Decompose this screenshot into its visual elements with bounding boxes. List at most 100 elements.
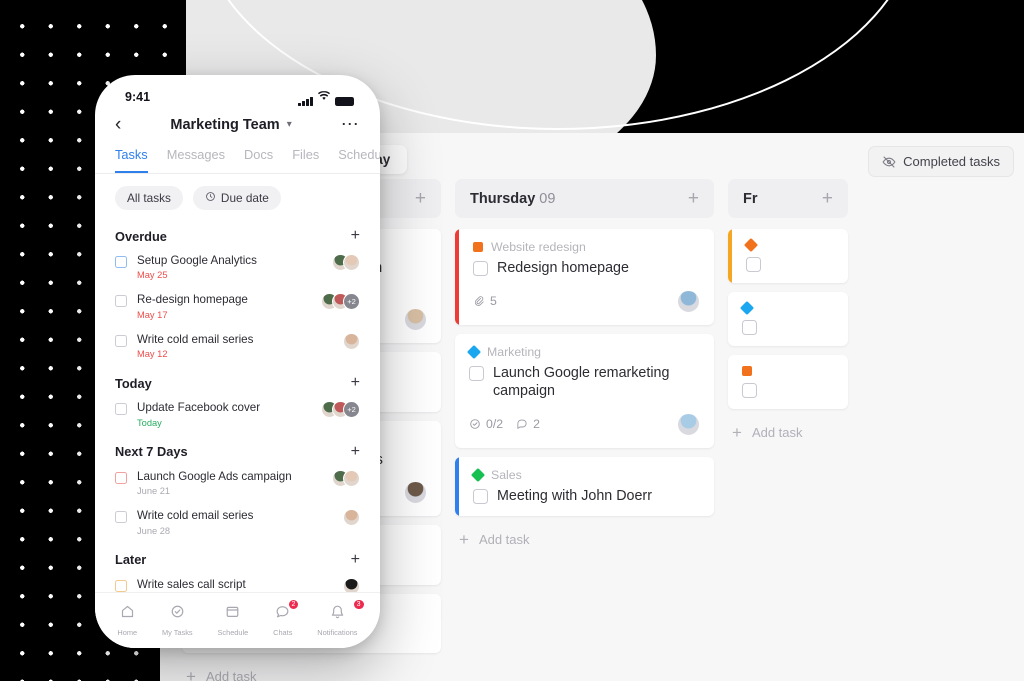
task-list-item[interactable]: Update Facebook cover Today +2 [115, 394, 360, 433]
phone-tab-docs[interactable]: Docs [244, 147, 273, 173]
task-card[interactable] [728, 355, 848, 409]
task-checkbox[interactable] [115, 579, 127, 592]
add-task-label: Add task [751, 425, 803, 440]
task-checkbox[interactable] [115, 511, 127, 524]
bottom-nav-my-tasks[interactable]: My Tasks [162, 604, 193, 637]
task-list-item[interactable]: Launch Google Ads campaign June 21 [115, 463, 360, 502]
board-column-thursday: Thursday 09 + Website redesign Redesign home… [455, 179, 714, 681]
bottom-nav-notifications[interactable]: 3 Notifications [317, 599, 365, 637]
task-body: Write cold email series May 12 [137, 333, 333, 359]
phone-task-list[interactable]: Overdue + Setup Google Analytics May 25 Re-d… [95, 214, 380, 610]
task-section-header: Today + [115, 375, 360, 391]
avatar [343, 509, 360, 527]
task-checkbox[interactable] [115, 334, 127, 347]
add-task-button[interactable]: + Add task [728, 418, 848, 447]
card-title: Launch Google remarketing campaign [493, 364, 670, 400]
attachment-icon [473, 295, 485, 307]
add-card-plus-icon[interactable]: + [415, 189, 426, 208]
column-day-number: 09 [539, 190, 556, 207]
card-checkbox[interactable] [473, 261, 488, 276]
card-checkbox[interactable] [742, 320, 757, 335]
card-title-row: Redesign homepage [473, 259, 701, 278]
phone-tab-tasks[interactable]: Tasks [115, 147, 148, 173]
filter-chip-all-tasks[interactable]: All tasks [115, 186, 183, 210]
tag-color-dot-icon [739, 300, 755, 316]
task-card[interactable]: Website redesign Redesign homepage 5 [455, 229, 714, 325]
calendar-icon [225, 604, 240, 624]
bottom-nav-chats[interactable]: 2 Chats [273, 599, 300, 637]
checklist-icon [469, 418, 481, 430]
task-due-date: May 25 [137, 270, 168, 281]
card-title: Meeting with John Doerr [497, 487, 652, 504]
column-header-thursday: Thursday 09 + [455, 179, 714, 218]
task-title: Update Facebook cover [137, 401, 261, 415]
task-checkbox[interactable] [115, 471, 127, 484]
column-title: Thursday 09 [470, 190, 556, 207]
chevron-down-icon[interactable]: ▾ [287, 119, 292, 130]
chevron-left-icon[interactable]: ‹ [115, 115, 121, 134]
phone-tab-messages[interactable]: Messages [167, 147, 225, 173]
avatar [676, 411, 701, 437]
bottom-nav-schedule[interactable]: Schedule [217, 604, 248, 637]
add-card-plus-icon[interactable]: + [822, 189, 833, 208]
task-title: Write sales call script [137, 577, 246, 591]
card-checkbox[interactable] [473, 488, 488, 504]
add-task-button[interactable]: + Add task [182, 662, 441, 681]
task-checkbox[interactable] [115, 295, 127, 308]
task-title: Launch Google Ads campaign [137, 469, 292, 483]
card-tag [739, 300, 835, 316]
phone-tab-schedule[interactable]: Schedule [338, 147, 380, 173]
task-section-header: Overdue + [115, 228, 360, 244]
section-add-icon[interactable]: + [351, 375, 360, 391]
meta-comment: 2 [516, 417, 540, 431]
task-card[interactable]: Marketing Launch Google remarketing campa… [455, 333, 714, 448]
task-list-item[interactable]: Write cold email series June 28 [115, 502, 360, 541]
check-circle-icon [170, 604, 185, 624]
task-due-date: Today [137, 417, 162, 428]
completed-tasks-button[interactable]: Completed tasks [868, 146, 1014, 177]
plus-icon: + [459, 530, 469, 550]
task-card[interactable]: Sales Meeting with John Doerr [455, 456, 714, 517]
task-checkbox[interactable] [115, 403, 127, 416]
more-horizontal-icon[interactable]: ⋯ [341, 115, 360, 133]
task-body: Update Facebook cover Today [137, 401, 311, 427]
task-section-header: Next 7 Days + [115, 443, 360, 460]
task-list-item[interactable]: Write cold email series May 12 [115, 326, 360, 365]
completed-tasks-label: Completed tasks [903, 154, 1000, 169]
card-checkbox[interactable] [746, 257, 761, 272]
avatar-overflow-count: +2 [343, 401, 360, 419]
task-body: Re-design homepage May 17 [137, 293, 311, 319]
task-list-item[interactable]: Setup Google Analytics May 25 [115, 247, 360, 286]
phone-tab-files[interactable]: Files [292, 147, 319, 173]
task-avatars [343, 509, 360, 527]
section-add-icon[interactable]: + [351, 443, 360, 460]
tag-color-dot-icon [473, 242, 483, 252]
avatar [403, 480, 428, 506]
add-task-button[interactable]: + Add task [455, 525, 714, 554]
task-checkbox[interactable] [115, 256, 127, 268]
phone-page-title: Marketing Team [170, 116, 280, 133]
task-due-date: May 17 [137, 309, 168, 320]
bottom-nav-home[interactable]: Home [117, 604, 137, 637]
task-card[interactable] [728, 229, 848, 283]
bottom-nav-label: Schedule [217, 628, 249, 637]
task-title: Write cold email series [137, 332, 254, 346]
section-add-icon[interactable]: + [351, 551, 360, 568]
wifi-icon [318, 88, 330, 106]
task-card[interactable] [728, 292, 848, 346]
phone-navigation-bar: ‹ Marketing Team ▾ ⋯ [95, 109, 380, 138]
card-title-row: Launch Google remarketing campaign [469, 364, 701, 401]
clock-icon [205, 191, 216, 205]
add-task-label: Add task [478, 532, 530, 548]
task-title: Re-design homepage [137, 293, 248, 307]
card-checkbox[interactable] [469, 365, 484, 381]
add-card-plus-icon[interactable]: + [688, 189, 699, 208]
notification-badge: 2 [287, 599, 300, 610]
filter-chip-due-date[interactable]: Due date [192, 186, 281, 210]
task-list-item[interactable]: Re-design homepage May 17 +2 [115, 286, 360, 325]
tag-color-dot-icon [470, 467, 486, 482]
card-checkbox[interactable] [742, 383, 757, 398]
battery-icon [335, 96, 354, 106]
section-add-icon[interactable]: + [351, 228, 360, 244]
comment-icon [516, 418, 528, 430]
